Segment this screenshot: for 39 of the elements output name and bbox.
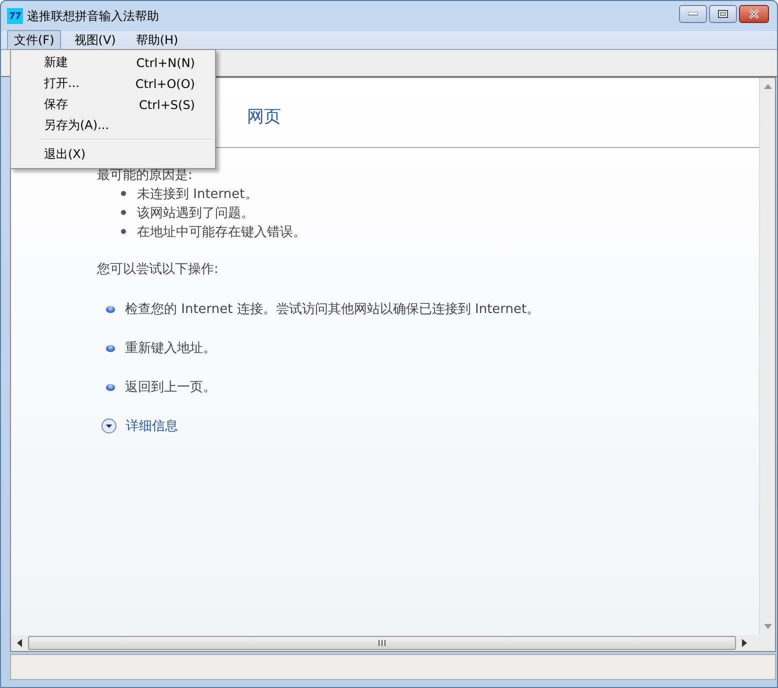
maximize-button[interactable] [709,5,737,23]
menu-option[interactable]: 退出(X) [44,146,86,163]
bullet-icon [121,210,126,215]
bullet-icon [106,306,115,312]
bullet-icon [106,384,115,390]
shortcut-text: Ctrl+O(O) [135,76,195,90]
menu-option[interactable]: 打开... [44,75,80,92]
intro-text: 最可能的原因是: [97,167,194,184]
menu-option[interactable]: 另存为(A)... [44,117,110,134]
window-title: 递推联想拼音输入法帮助 [27,8,159,24]
try-label: 您可以尝试以下操作: [97,261,220,279]
bullet-icon [121,229,126,234]
action-text: 返回到上一页。 [125,379,216,396]
details-link[interactable]: 详细信息 [126,417,178,435]
bullet-icon [106,344,115,352]
maximize-icon [718,10,728,18]
menu-item[interactable]: 帮助(H) [128,30,186,50]
cause-text: 该网站遇到了问题。 [137,204,254,222]
menu-item[interactable]: 文件(F) [7,30,62,50]
cause-text: 在地址中可能存在键入错误。 [137,224,306,240]
action-text: 重新键入地址。 [125,340,216,357]
menu-option[interactable]: 保存 [44,96,68,113]
page-heading: 网页 [247,106,281,128]
shortcut-text: Ctrl+N(N) [136,56,195,70]
close-icon [748,9,760,19]
app-icon [7,8,23,24]
action-text: 检查您的 Internet 连接。尝试访问其他网站以确保已连接到 Internet。 [125,301,540,318]
menu-option[interactable]: 新建 [44,54,68,71]
bullet-icon [121,191,126,196]
scroll-left-icon[interactable] [17,639,22,647]
cause-text: 未连接到 Internet。 [137,186,258,202]
expand-icon[interactable] [101,418,117,434]
scroll-right-icon[interactable] [742,639,747,647]
minimize-icon [688,12,698,16]
shortcut-text: Ctrl+S(S) [138,98,195,112]
minimize-button[interactable] [679,5,707,23]
grip-icon [378,639,386,647]
menu-item[interactable]: 视图(V) [67,30,123,50]
close-button[interactable] [739,5,769,23]
